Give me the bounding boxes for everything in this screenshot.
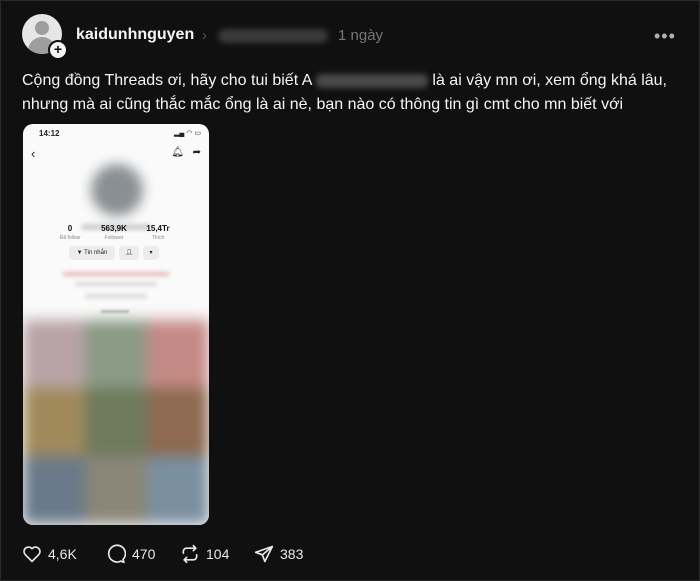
redacted-topic [218,29,328,43]
post-text-line-1: Cộng đồng Threads ơi, hãy cho tui biết A… [22,69,682,93]
video-thumb [23,388,85,456]
video-thumb [147,456,209,524]
phone-status-time: 14:12 [39,129,60,138]
video-thumb [85,320,147,388]
post-text: Cộng đồng Threads ơi, hãy cho tui biết A… [22,69,682,117]
phone-message-label: Tin nhắn [84,250,108,256]
video-thumb [147,388,209,456]
like-count: 4,6K [48,546,77,562]
repost-button[interactable]: 104 [180,543,229,565]
stat-label: Follower [104,235,124,241]
comment-button[interactable]: 470 [106,543,155,565]
post-timestamp: 1 ngày [338,27,384,44]
avatar-head-shape [35,21,49,35]
video-thumb [85,456,147,524]
phone-status-icons: ▂▄ ◠ ▭ [174,130,201,137]
phone-message-button: ▼ Tin nhắn [69,246,115,260]
attached-screenshot[interactable]: 14:12 ▂▄ ◠ ▭ ‹ 🔔︎ ➦ 0 Đã follow 563,9K F… [23,124,209,525]
post-text-line-1-end: là ai vậy mn ơi, xem ổng khá lâu, [432,72,667,89]
phone-tab-indicator [101,310,129,313]
post-text-line-2: nhưng mà ai cũng thắc mắc ổng là ai nè, … [22,96,624,113]
comment-count: 470 [132,546,156,562]
phone-add-friend-icon: 👤︎ [119,246,139,260]
video-thumb [147,320,209,388]
video-thumb [85,388,147,456]
phone-bell-icon: 🔔︎ [171,147,184,158]
stat-label: Đã follow [59,235,81,241]
phone-bio-redacted [75,282,157,286]
repost-count: 104 [206,546,230,562]
phone-stat-following: 0 Đã follow [45,224,95,241]
repost-icon [182,544,198,564]
share-icon [254,545,274,563]
video-thumb [23,320,85,388]
phone-bio-redacted [85,294,147,298]
redacted-name [316,73,429,88]
phone-profile-avatar [91,164,143,216]
phone-stat-followers: 563,9K Follower [89,224,139,241]
post-text-line-1-start: Cộng đồng Threads ơi, hãy cho tui biết A [22,72,313,89]
chevron-right-icon: › [202,27,207,44]
stat-value: 15,4Tr [146,224,170,233]
author-username[interactable]: kaidunhnguyen [76,26,194,44]
share-count: 383 [280,546,304,562]
follow-plus-icon[interactable]: + [48,40,68,60]
stat-value: 0 [67,224,73,233]
heart-icon [23,546,41,563]
share-button[interactable]: 383 [254,543,303,565]
phone-dropdown-icon: ▾ [143,246,159,260]
phone-back-icon: ‹ [31,146,36,161]
phone-video-grid-blurred [23,320,209,525]
like-button[interactable]: 4,6K [22,543,77,565]
more-options-icon[interactable]: ••• [654,26,676,47]
stat-value: 563,9K [101,224,127,233]
phone-share-icon: ➦ [192,147,201,158]
phone-bio-redacted [63,272,169,276]
phone-stat-likes: 15,4Tr Thích [133,224,183,241]
video-thumb [23,456,85,524]
stat-label: Thích [151,235,165,241]
comment-icon [107,544,126,564]
